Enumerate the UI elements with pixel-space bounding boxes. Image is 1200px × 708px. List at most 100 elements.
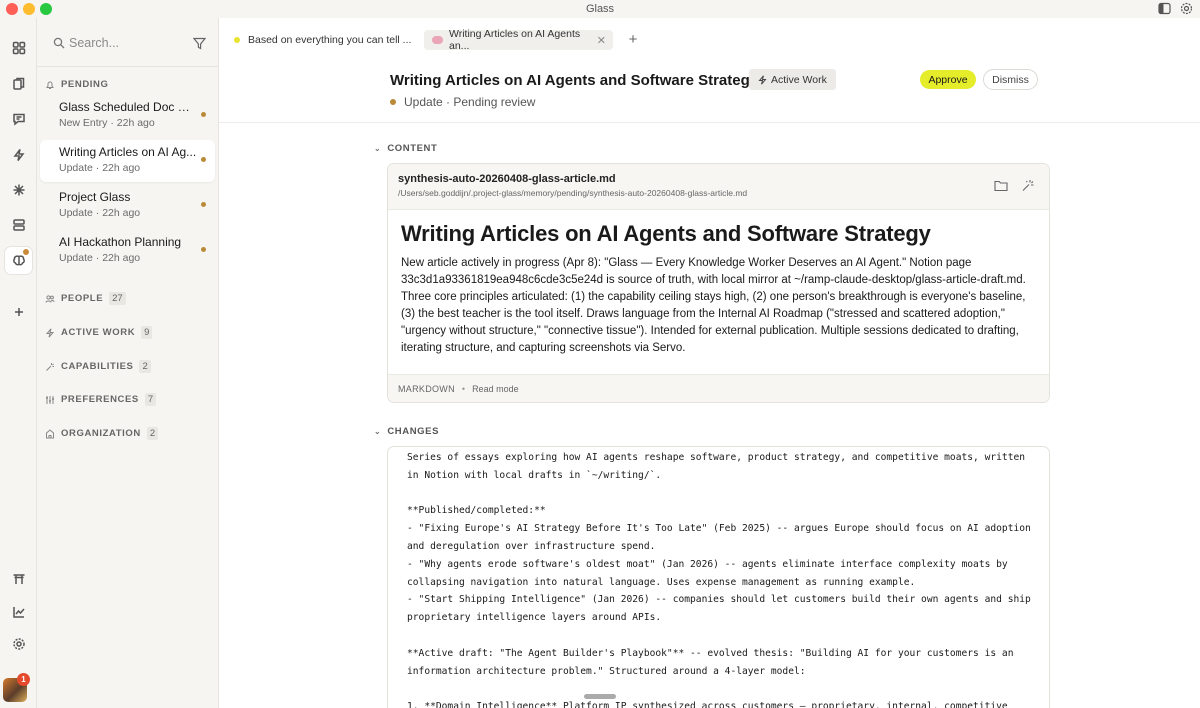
entry-title: Writing Articles on AI Ag...	[59, 145, 197, 159]
markdown-paragraph: New article actively in progress (Apr 8)…	[401, 257, 1026, 354]
search-icon	[53, 37, 65, 49]
magic-wand-icon[interactable]	[1021, 179, 1035, 192]
sliders-icon	[45, 395, 55, 405]
file-header: synthesis-auto-20260408-glass-article.md…	[388, 164, 1049, 210]
magic-wand-icon	[45, 362, 55, 372]
settings-gear-icon[interactable]	[1179, 2, 1193, 16]
sidebar-toggle-icon[interactable]	[1157, 2, 1171, 16]
new-tab-button[interactable]: +	[624, 30, 642, 50]
people-count: 27	[109, 292, 126, 305]
format-label: MARKDOWN	[398, 383, 455, 394]
stack-icon[interactable]	[5, 211, 32, 238]
changes-text: Series of essays exploring how AI agents…	[407, 452, 1031, 708]
status-line: Update · Pending review	[390, 95, 535, 109]
filter-icon[interactable]	[193, 37, 206, 50]
settings-icon[interactable]	[5, 630, 32, 657]
pending-entry[interactable]: Project Glass Update · 22h ago	[40, 185, 215, 227]
entry-subtitle: Update · 22h ago	[59, 162, 141, 174]
building-icon	[45, 428, 55, 439]
pending-label: PENDING	[61, 79, 109, 90]
chart-icon[interactable]	[5, 598, 32, 625]
separator-dot: •	[461, 383, 466, 394]
changes-section-toggle[interactable]: ⌄ CHANGES	[374, 426, 439, 437]
brain-icon[interactable]	[5, 247, 32, 274]
bell-icon	[45, 80, 55, 90]
search-bar	[37, 18, 219, 67]
approve-button[interactable]: Approve	[920, 70, 976, 89]
unread-dot	[201, 112, 206, 117]
changes-panel[interactable]: Series of essays exploring how AI agents…	[387, 446, 1050, 708]
content-section-toggle[interactable]: ⌄ CONTENT	[374, 143, 437, 154]
content-card: synthesis-auto-20260408-glass-article.md…	[387, 163, 1050, 403]
brain-icon	[432, 36, 443, 44]
tab-label: Writing Articles on AI Agents an...	[449, 28, 581, 52]
organization-section-header[interactable]: ORGANIZATION 2	[45, 427, 159, 440]
chat-icon[interactable]	[5, 105, 32, 132]
entry-subtitle: Update · 22h ago	[59, 207, 141, 219]
mode-label[interactable]: Read mode	[472, 384, 519, 394]
icon-rail: 1	[0, 18, 37, 708]
pending-entry-selected[interactable]: Writing Articles on AI Ag... Update · 22…	[40, 140, 215, 182]
unread-dot	[201, 157, 206, 162]
tab-article[interactable]: Writing Articles on AI Agents an... ✕	[424, 28, 613, 52]
entry-title: Glass Scheduled Doc Ma...	[59, 100, 199, 114]
organization-label: ORGANIZATION	[61, 428, 141, 439]
content-label: CONTENT	[387, 143, 438, 154]
title-bar: Glass	[0, 0, 1200, 18]
changes-label: CHANGES	[387, 426, 440, 437]
people-label: PEOPLE	[61, 293, 104, 304]
unread-dot	[201, 247, 206, 252]
window-title: Glass	[585, 3, 615, 15]
entry-title: AI Hackathon Planning	[59, 235, 182, 249]
pending-indicator-dot	[23, 249, 29, 255]
bolt-icon[interactable]	[5, 141, 32, 168]
file-path: /Users/seb.goddijn/.project-glass/memory…	[398, 188, 748, 198]
status-dot	[390, 99, 396, 105]
tab-bar: Based on everything you can tell ... Wri…	[219, 18, 1200, 64]
capabilities-section-header[interactable]: CAPABILITIES 2	[45, 360, 151, 373]
markdown-body: Writing Articles on AI Agents and Softwa…	[401, 221, 1041, 357]
tab-label: Based on everything you can tell ...	[248, 34, 412, 46]
tab-chat[interactable]: Based on everything you can tell ...	[230, 30, 420, 50]
folder-icon[interactable]	[994, 179, 1008, 192]
chevron-down-icon: ⌄	[374, 427, 382, 436]
markdown-heading: Writing Articles on AI Agents and Softwa…	[401, 221, 931, 246]
file-name: synthesis-auto-20260408-glass-article.md	[398, 173, 616, 185]
preferences-label: PREFERENCES	[61, 394, 139, 405]
capabilities-label: CAPABILITIES	[61, 361, 134, 372]
active-work-tag[interactable]: Active Work	[749, 69, 836, 90]
search-input[interactable]	[69, 35, 189, 51]
page-title: Writing Articles on AI Agents and Softwa…	[390, 72, 759, 89]
torii-icon[interactable]	[5, 565, 32, 592]
active-work-section-header[interactable]: ACTIVE WORK 9	[45, 326, 153, 339]
bolt-icon	[758, 74, 767, 85]
unread-dot	[201, 202, 206, 207]
main-pane: Writing Articles on AI Agents and Softwa…	[219, 64, 1200, 708]
dismiss-button[interactable]: Dismiss	[983, 69, 1038, 90]
entry-subtitle: New Entry · 22h ago	[59, 117, 155, 129]
sidebar: PENDING Glass Scheduled Doc Ma... New En…	[37, 18, 219, 708]
scroll-handle[interactable]	[584, 694, 616, 699]
pending-entry[interactable]: Glass Scheduled Doc Ma... New Entry · 22…	[40, 95, 215, 137]
preferences-section-header[interactable]: PREFERENCES 7	[45, 393, 157, 406]
app-window: Glass 1 Search... PENDING Glass Schedule…	[0, 0, 1200, 708]
entry-title: Project Glass	[59, 190, 131, 204]
tab-status-dot	[234, 37, 240, 43]
status-text: Update · Pending review	[404, 95, 536, 109]
pending-entry[interactable]: AI Hackathon Planning Update · 22h ago	[40, 230, 215, 272]
people-section-header[interactable]: PEOPLE 27	[45, 292, 126, 305]
tab-close-icon[interactable]: ✕	[597, 34, 606, 47]
divider	[219, 122, 1200, 123]
pending-section-header[interactable]: PENDING	[45, 79, 108, 90]
entry-subtitle: Update · 22h ago	[59, 252, 141, 264]
documents-icon[interactable]	[5, 70, 32, 97]
people-icon	[45, 294, 55, 304]
tag-label: Active Work	[771, 73, 827, 86]
organization-count: 2	[146, 427, 159, 440]
capabilities-count: 2	[139, 360, 151, 373]
sparkle-icon[interactable]	[5, 176, 32, 203]
plus-icon[interactable]	[5, 298, 32, 325]
preferences-count: 7	[144, 393, 157, 406]
grid-icon[interactable]	[5, 34, 32, 61]
card-footer: MARKDOWN • Read mode	[388, 374, 1049, 402]
